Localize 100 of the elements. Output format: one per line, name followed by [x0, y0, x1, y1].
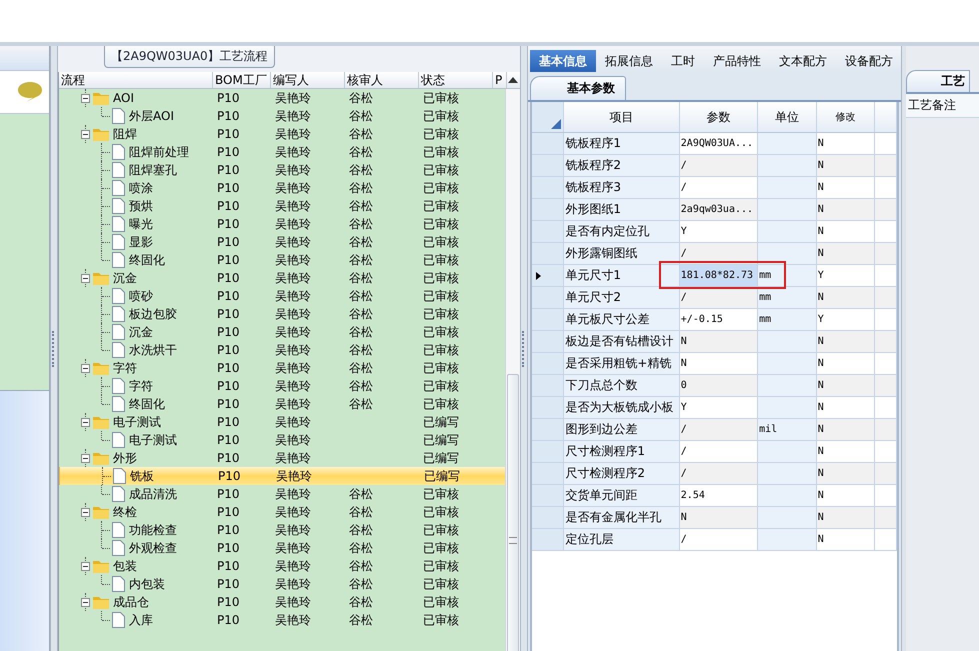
- tree-node-label[interactable]: 外层AOI: [129, 108, 174, 124]
- tree-node-label[interactable]: 阻焊塞孔: [129, 162, 177, 178]
- collapse-toggle-icon[interactable]: [81, 562, 90, 570]
- tree-node-label[interactable]: 板边包胶: [129, 306, 177, 322]
- tree-node-label[interactable]: 阻焊前处理: [129, 144, 189, 160]
- tree-row[interactable]: 沉金 P10 吴艳玲 谷松 已审核: [59, 323, 505, 341]
- table-cell[interactable]: /: [680, 463, 758, 484]
- column-header[interactable]: 修改: [816, 102, 876, 132]
- collapse-toggle-icon[interactable]: [81, 364, 90, 372]
- tab[interactable]: 设备配方: [836, 50, 902, 72]
- tab[interactable]: 拓展信息: [596, 50, 662, 72]
- tab[interactable]: 工时: [662, 50, 704, 72]
- collapse-toggle-icon[interactable]: [81, 94, 90, 102]
- scroll-up-icon[interactable]: [508, 77, 518, 83]
- tree-node-label[interactable]: 字符: [129, 378, 153, 394]
- tree-row[interactable]: 字符 P10 吴艳玲 谷松 已审核: [59, 377, 505, 395]
- tree-row[interactable]: 喷砂 P10 吴艳玲 谷松 已审核: [59, 287, 505, 305]
- tree-row[interactable]: 铣板 P10 吴艳玲 已编写: [59, 467, 505, 485]
- tree-row[interactable]: 喷涂 P10 吴艳玲 谷松 已审核: [59, 179, 505, 197]
- tree-row[interactable]: 终固化 P10 吴艳玲 谷松 已审核: [59, 251, 505, 269]
- tree-node-label[interactable]: 沉金: [129, 324, 153, 340]
- table-cell[interactable]: N: [680, 507, 758, 528]
- tab[interactable]: 产品特性: [704, 50, 770, 72]
- table-cell[interactable]: 0: [680, 375, 758, 396]
- collapse-toggle-icon[interactable]: [81, 598, 90, 606]
- table-cell[interactable]: /: [680, 155, 758, 176]
- column-header[interactable]: 项目: [564, 102, 680, 132]
- tree-row[interactable]: 阻焊前处理 P10 吴艳玲 谷松 已审核: [59, 143, 505, 161]
- collapse-toggle-icon[interactable]: [81, 130, 90, 138]
- tree-row[interactable]: 电子测试 P10 吴艳玲 已编写: [59, 413, 505, 431]
- tree-node-label[interactable]: 成品仓: [113, 594, 149, 610]
- column-header[interactable]: 核审人: [345, 72, 419, 88]
- collapse-toggle-icon[interactable]: [81, 418, 90, 426]
- column-header[interactable]: BOM工厂: [213, 72, 271, 88]
- column-header[interactable]: 编写人: [271, 72, 345, 88]
- section-tab[interactable]: 工艺: [906, 70, 970, 92]
- tab[interactable]: 基本信息: [530, 50, 596, 72]
- tree-row[interactable]: 成品仓 P10 吴艳玲 谷松 已审核: [59, 593, 505, 611]
- tree-node-label[interactable]: 显影: [129, 234, 153, 250]
- table-cell[interactable]: 2a9qw03ua...: [680, 199, 758, 220]
- tab[interactable]: 文本配方: [770, 50, 836, 72]
- tree-row[interactable]: 外层AOI P10 吴艳玲 谷松 已审核: [59, 107, 505, 125]
- scrollbar-thumb[interactable]: [507, 374, 519, 651]
- table-cell-text: P10: [216, 217, 241, 231]
- section-tab[interactable]: 基本参数: [530, 76, 626, 100]
- tree-row[interactable]: 终检 P10 吴艳玲 谷松 已审核: [59, 503, 505, 521]
- tree-node-label[interactable]: 外观检查: [129, 540, 177, 556]
- column-header[interactable]: P: [493, 72, 507, 88]
- tree-node-label[interactable]: 水洗烘干: [129, 342, 177, 358]
- speech-bubble-icon[interactable]: [17, 81, 43, 103]
- collapse-toggle-icon[interactable]: [81, 274, 90, 282]
- tree-row[interactable]: 显影 P10 吴艳玲 谷松 已审核: [59, 233, 505, 251]
- tree-row[interactable]: AOI P10 吴艳玲 谷松 已审核: [59, 89, 505, 107]
- tree-node-label[interactable]: 沉金: [113, 270, 137, 286]
- tree-node-label[interactable]: 铣板: [130, 468, 154, 484]
- column-header[interactable]: 单位: [758, 102, 817, 132]
- tree-node-label[interactable]: 电子测试: [129, 432, 177, 448]
- tree-row[interactable]: 外观检查 P10 吴艳玲 谷松 已审核: [59, 539, 505, 557]
- tree-row[interactable]: 曝光 P10 吴艳玲 谷松 已审核: [59, 215, 505, 233]
- tree-node-label[interactable]: 成品清洗: [129, 486, 177, 502]
- tree-node-label[interactable]: 喷砂: [129, 288, 153, 304]
- tree-row[interactable]: 电子测试 P10 吴艳玲 已编写: [59, 431, 505, 449]
- tree-node-label[interactable]: 字符: [113, 360, 137, 376]
- tree-row[interactable]: 板边包胶 P10 吴艳玲 谷松 已审核: [59, 305, 505, 323]
- column-header[interactable]: 参数: [680, 102, 758, 132]
- collapse-toggle-icon[interactable]: [81, 454, 90, 462]
- table-cell[interactable]: /: [680, 419, 758, 440]
- tree-row[interactable]: 水洗烘干 P10 吴艳玲 谷松 已审核: [59, 341, 505, 359]
- tree-row[interactable]: 沉金 P10 吴艳玲 谷松 已审核: [59, 269, 505, 287]
- tree-node-label[interactable]: 喷涂: [129, 180, 153, 196]
- collapse-toggle-icon[interactable]: [81, 508, 90, 516]
- tree-node-label[interactable]: 阻焊: [113, 126, 137, 142]
- tree-node-label[interactable]: 功能检查: [129, 522, 177, 538]
- tree-node-label[interactable]: 包装: [113, 558, 137, 574]
- tree-row[interactable]: 成品清洗 P10 吴艳玲 谷松 已审核: [59, 485, 505, 503]
- tree-node-label[interactable]: 内包装: [129, 576, 165, 592]
- tree-node-label[interactable]: 外形: [113, 450, 137, 466]
- table-cell[interactable]: N: [680, 331, 758, 352]
- tree-row[interactable]: 包装 P10 吴艳玲 谷松 已审核: [59, 557, 505, 575]
- tree-node-label[interactable]: AOI: [113, 91, 134, 105]
- tree-row[interactable]: 内包装 P10 吴艳玲 谷松 已审核: [59, 575, 505, 593]
- tree-node-label[interactable]: 终固化: [129, 252, 165, 268]
- tree-row[interactable]: 阻焊塞孔 P10 吴艳玲 谷松 已审核: [59, 161, 505, 179]
- tree-node-label[interactable]: 电子测试: [113, 414, 161, 430]
- column-header[interactable]: 状态: [419, 72, 493, 88]
- tree-row[interactable]: 阻焊 P10 吴艳玲 谷松 已审核: [59, 125, 505, 143]
- tree-row[interactable]: 功能检查 P10 吴艳玲 谷松 已审核: [59, 521, 505, 539]
- tree-node-label[interactable]: 入库: [129, 612, 153, 628]
- tree-row[interactable]: 预烘 P10 吴艳玲 谷松 已审核: [59, 197, 505, 215]
- row-header[interactable]: [532, 265, 564, 286]
- table-cell[interactable]: 181.08*82.73: [680, 265, 758, 286]
- tree-row[interactable]: 外形 P10 吴艳玲 已编写: [59, 449, 505, 467]
- tree-row[interactable]: 终固化 P10 吴艳玲 谷松 已审核: [59, 395, 505, 413]
- tree-row[interactable]: 入库 P10 吴艳玲 谷松 已审核: [59, 611, 505, 629]
- tree-node-label[interactable]: 曝光: [129, 216, 153, 232]
- tree-row[interactable]: 字符 P10 吴艳玲 谷松 已审核: [59, 359, 505, 377]
- tree-node-label[interactable]: 终固化: [129, 396, 165, 412]
- column-header[interactable]: 流程: [59, 72, 213, 88]
- tree-node-label[interactable]: 预烘: [129, 198, 153, 214]
- tree-node-label[interactable]: 终检: [113, 504, 137, 520]
